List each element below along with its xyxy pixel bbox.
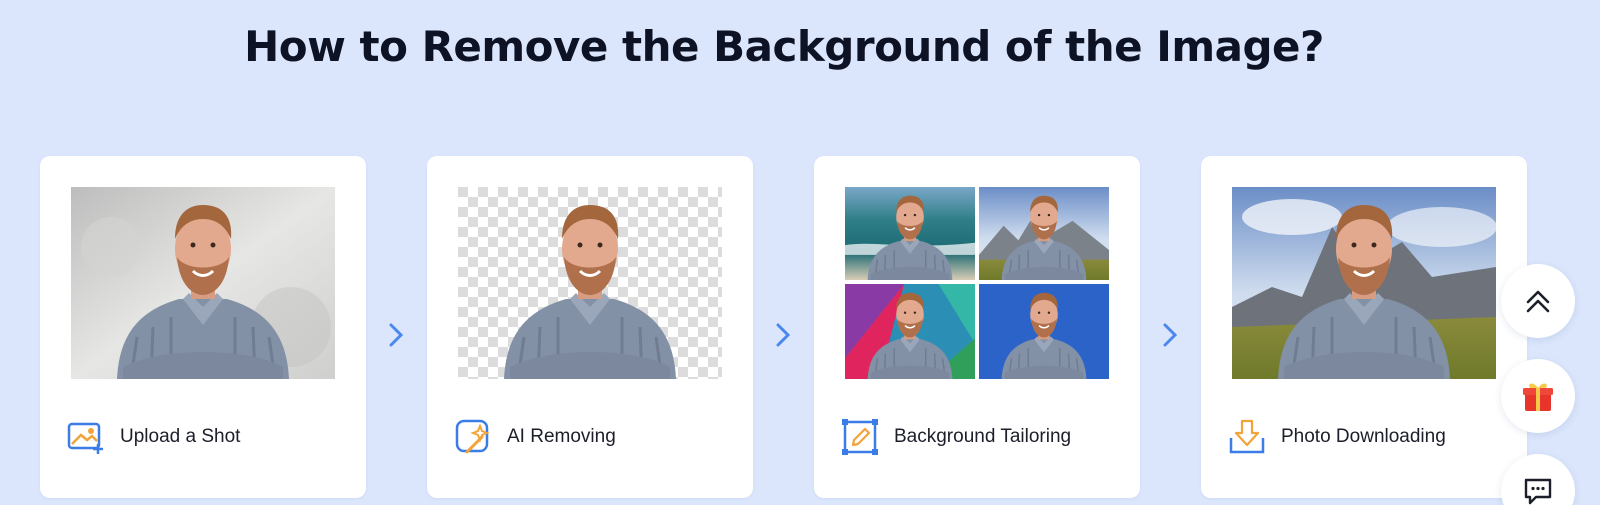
- double-chevron-up-icon: [1526, 290, 1550, 313]
- step-photo-final: [1232, 187, 1496, 379]
- step-photo-variants-grid: [845, 187, 1109, 379]
- step-label: Photo Downloading: [1281, 426, 1446, 447]
- chevron-right-icon: [1163, 323, 1178, 347]
- scroll-to-top-button[interactable]: [1501, 264, 1575, 338]
- chevron-right-icon: [776, 323, 791, 347]
- gift-button[interactable]: [1501, 359, 1575, 433]
- step-photo-transparent: [458, 187, 722, 379]
- step-label: Upload a Shot: [120, 426, 241, 447]
- step-card-upload: Upload a Shot: [40, 156, 366, 498]
- step-card-background-tailoring: Background Tailoring: [814, 156, 1140, 498]
- step-photo-original: [71, 187, 335, 379]
- chat-message-icon: [1524, 478, 1552, 505]
- step-card-photo-downloading: Photo Downloading: [1201, 156, 1527, 498]
- edit-pencil-icon: [841, 418, 879, 456]
- step-label: Background Tailoring: [894, 426, 1072, 447]
- gift-icon: [1523, 383, 1553, 411]
- download-arrow-icon: [1228, 418, 1266, 456]
- page-title: How to Remove the Background of the Imag…: [244, 22, 1324, 71]
- step-label: AI Removing: [507, 426, 616, 447]
- upload-image-icon: [67, 418, 105, 456]
- step-card-ai-removing: AI Removing: [427, 156, 753, 498]
- chevron-right-icon: [389, 323, 404, 347]
- ai-magic-wand-icon: [454, 418, 492, 456]
